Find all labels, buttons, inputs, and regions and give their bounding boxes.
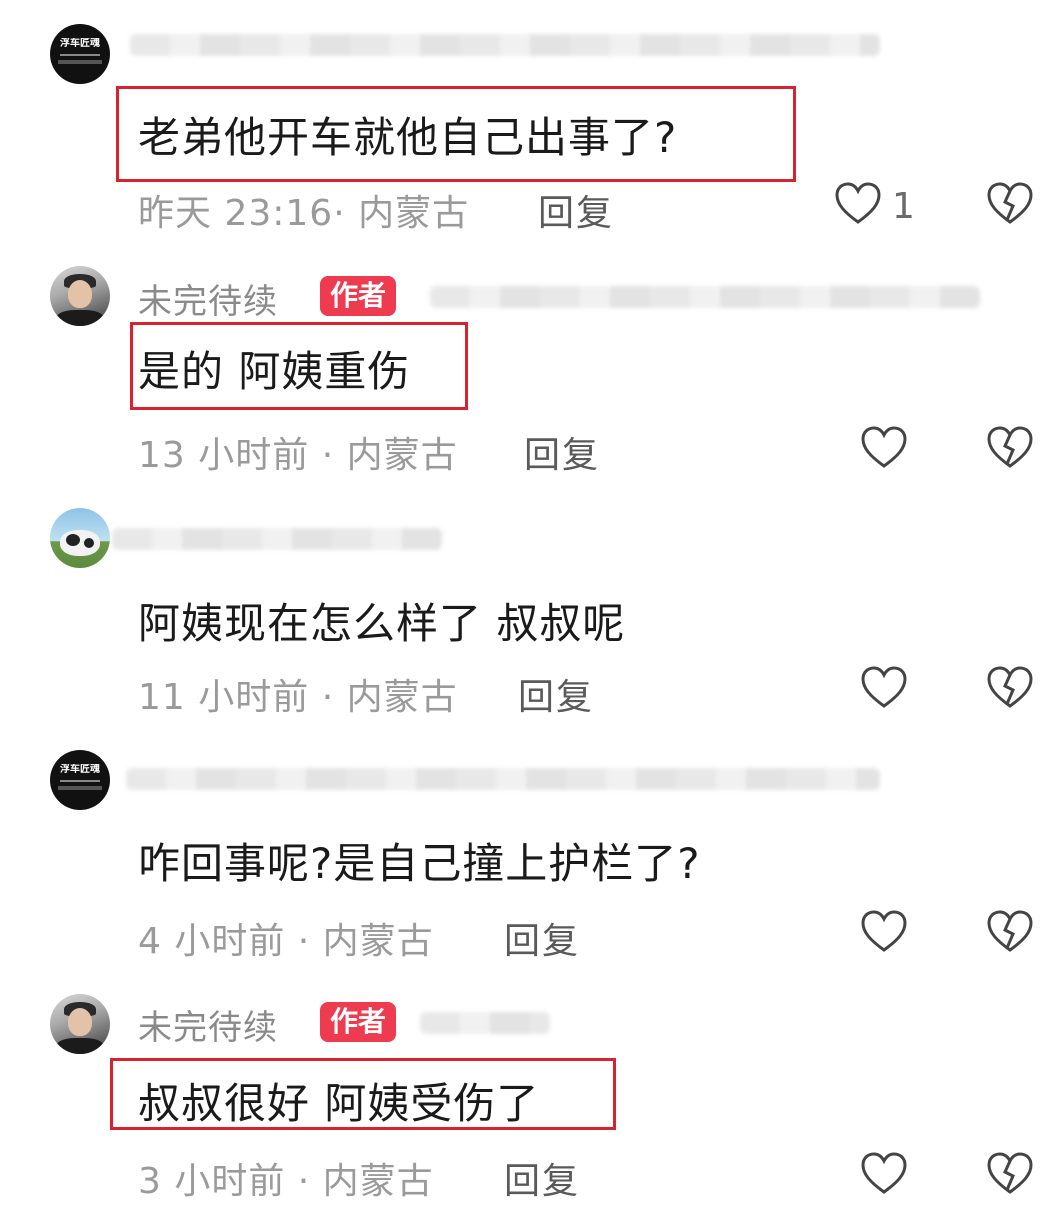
heart-outline-icon[interactable] xyxy=(860,426,908,470)
author-badge: 作者 xyxy=(320,1002,397,1042)
comment-text: 咋回事呢?是自己撞上护栏了? xyxy=(138,839,701,888)
comment-item: 未完待续 作者 叔叔很好 阿姨受伤了 3 小时前 · 内蒙古 回复 xyxy=(0,970,1056,1220)
comment-text: 是的 阿姨重伤 xyxy=(138,347,411,396)
reply-button[interactable]: 回复 xyxy=(504,912,580,964)
broken-heart-icon[interactable] xyxy=(986,910,1034,954)
comment-item: 未完待续 作者 是的 阿姨重伤 13 小时前 · 内蒙古 回复 xyxy=(0,240,1056,480)
comment-item: 浮车匠魂 咋回事呢?是自己撞上护栏了? 4 小时前 · 内蒙古 回复 xyxy=(0,730,1056,970)
avatar[interactable] xyxy=(50,266,110,326)
comment-time-location: 4 小时前 · 内蒙古 xyxy=(138,921,434,962)
comment-text: 叔叔很好 阿姨受伤了 xyxy=(138,1079,540,1128)
blurred-username xyxy=(112,528,442,550)
like-count: 1 xyxy=(892,186,915,227)
blurred-username xyxy=(130,34,880,56)
broken-heart-icon[interactable] xyxy=(986,426,1034,470)
comment-time-location: 11 小时前 · 内蒙古 xyxy=(138,677,458,718)
reply-button[interactable]: 回复 xyxy=(504,1152,580,1204)
blurred-username xyxy=(126,768,880,790)
avatar[interactable]: 浮车匠魂 xyxy=(50,750,110,810)
avatar[interactable] xyxy=(50,994,110,1054)
heart-outline-icon[interactable] xyxy=(860,1152,908,1196)
broken-heart-icon[interactable] xyxy=(986,1152,1034,1196)
comment-time-location: 3 小时前 · 内蒙古 xyxy=(138,1161,434,1202)
heart-outline-icon[interactable] xyxy=(860,910,908,954)
blurred-text xyxy=(430,286,980,308)
avatar[interactable] xyxy=(50,508,110,568)
username[interactable]: 未完待续 xyxy=(138,1000,278,1049)
comment-text: 老弟他开车就他自己出事了? xyxy=(138,113,678,162)
heart-outline-icon[interactable] xyxy=(834,182,882,226)
reply-button[interactable]: 回复 xyxy=(538,184,614,236)
comment-time-location: 昨天 23:16· 内蒙古 xyxy=(138,193,470,234)
username[interactable]: 未完待续 xyxy=(138,274,278,323)
comment-item: 浮车匠魂 老弟他开车就他自己出事了? 昨天 23:16· 内蒙古 回复 1 xyxy=(0,0,1056,240)
comment-time-location: 13 小时前 · 内蒙古 xyxy=(138,435,458,476)
comment-text: 阿姨现在怎么样了 叔叔呢 xyxy=(138,599,626,648)
reply-button[interactable]: 回复 xyxy=(524,426,600,478)
avatar[interactable]: 浮车匠魂 xyxy=(50,24,110,84)
broken-heart-icon[interactable] xyxy=(986,666,1034,710)
broken-heart-icon[interactable] xyxy=(986,182,1034,226)
blurred-text xyxy=(420,1012,550,1034)
comment-item: 阿姨现在怎么样了 叔叔呢 11 小时前 · 内蒙古 回复 xyxy=(0,480,1056,730)
author-badge: 作者 xyxy=(320,276,397,316)
reply-button[interactable]: 回复 xyxy=(518,668,594,720)
heart-outline-icon[interactable] xyxy=(860,666,908,710)
